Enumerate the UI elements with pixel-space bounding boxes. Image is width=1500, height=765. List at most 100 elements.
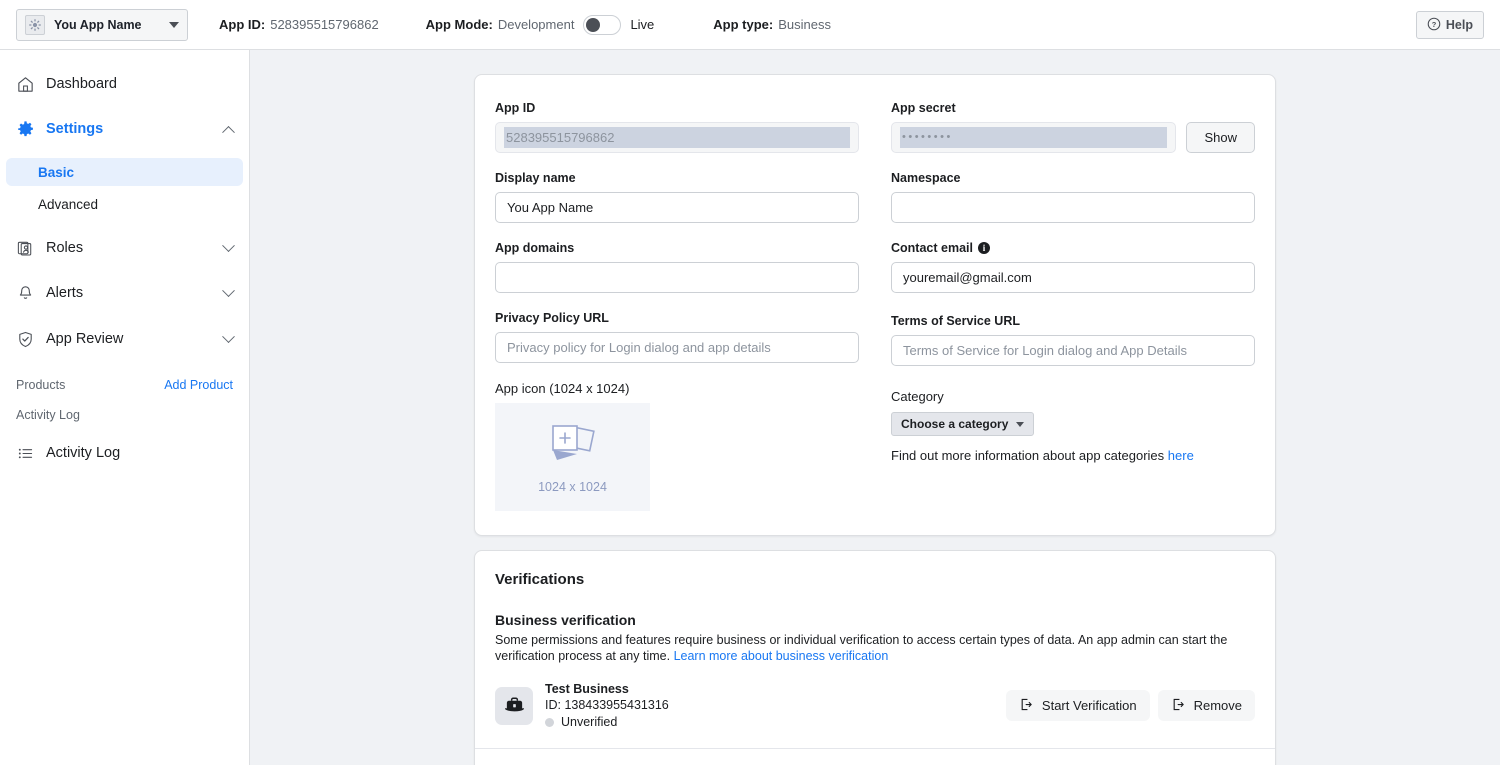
chevron-down-icon [169,22,179,28]
sidebar-item-app-review[interactable]: App Review [6,323,243,355]
chevron-up-icon [222,125,235,138]
display-name-input[interactable] [495,192,859,223]
sidebar-item-roles[interactable]: Roles [6,232,243,264]
category-selected-value: Choose a category [901,417,1008,431]
field-terms-of-service-url: Terms of Service URL [891,314,1255,366]
sidebar-subitem-basic-label: Basic [38,165,74,180]
contact-email-input[interactable] [891,262,1255,293]
field-app-domains: App domains [495,241,859,293]
field-contact-email-label: Contact email i [891,241,1255,255]
sidebar-item-alerts-label: Alerts [46,285,83,301]
field-contact-email: Contact email i [891,241,1255,293]
question-circle-icon: ? [1427,17,1441,34]
status-badge-label: Unverified [561,715,617,729]
info-icon[interactable]: i [978,242,990,254]
field-app-icon-label: App icon (1024 x 1024) [495,381,859,396]
header-app-mode-label: App Mode: [426,17,493,32]
top-bar: You App Name App ID: 528395515796862 App… [0,0,1500,50]
add-individual-verification-link[interactable]: + Individual Verification [475,749,1275,765]
sidebar-item-settings[interactable]: Settings [6,113,243,145]
field-category: Category Choose a category Find out more… [891,389,1255,463]
field-display-name-label: Display name [495,171,859,185]
app-mode-toggle[interactable] [583,15,621,35]
app-secret-readonly-input[interactable]: •••••••• [891,122,1176,153]
learn-more-business-verification-link[interactable]: Learn more about business verification [674,649,889,663]
namespace-input[interactable] [891,192,1255,223]
business-id: ID: 138433955431316 [545,698,669,712]
page-body: Dashboard Settings Basic Advanced [0,50,1500,765]
field-privacy-policy-url-label: Privacy Policy URL [495,311,859,325]
chevron-down-icon [222,330,235,343]
shield-check-icon [14,330,36,349]
activity-log-section-label: Activity Log [16,408,80,422]
field-privacy-policy-url: Privacy Policy URL [495,311,859,363]
category-note-text: Find out more information about app cate… [891,448,1168,463]
app-thumb-icon [25,15,45,35]
field-app-secret-label: App secret [891,101,1255,115]
field-namespace: Namespace [891,171,1255,223]
app-selector-label: You App Name [54,18,142,32]
privacy-policy-url-input[interactable] [495,332,859,363]
remove-business-button[interactable]: Remove [1158,690,1255,721]
list-icon [14,444,36,463]
category-note: Find out more information about app cate… [891,448,1255,463]
sidebar-subitem-advanced-label: Advanced [38,197,98,212]
business-name: Test Business [545,682,669,696]
products-label: Products [16,378,65,392]
chevron-down-icon [222,284,235,297]
svg-text:?: ? [1432,19,1437,28]
category-select-button[interactable]: Choose a category [891,412,1034,436]
field-app-id: App ID 528395515796862 [495,101,859,153]
header-app-type-label: App type: [713,17,773,32]
header-app-mode-value: Development [498,17,575,32]
header-live-label: Live [630,17,654,32]
help-button[interactable]: ? Help [1416,11,1484,39]
field-app-secret: App secret •••••••• Show [891,101,1255,153]
app-selector-dropdown[interactable]: You App Name [16,9,188,41]
toggle-knob [586,18,600,32]
app-id-readonly-input[interactable]: 528395515796862 [495,122,859,153]
business-verification-heading: Business verification [495,612,1255,628]
remove-business-button-label: Remove [1194,698,1242,713]
header-app-id-label: App ID: [219,17,265,32]
briefcase-icon [495,687,533,725]
basic-right-column: App secret •••••••• Show Namespace [891,101,1255,511]
sidebar-item-activity-log[interactable]: Activity Log [6,437,243,469]
field-app-id-label: App ID [495,101,859,115]
sidebar-item-roles-label: Roles [46,240,83,256]
field-namespace-label: Namespace [891,171,1255,185]
sidebar-item-activity-log-label: Activity Log [46,445,120,461]
sidebar-item-settings-label: Settings [46,121,103,137]
category-help-link[interactable]: here [1168,448,1194,463]
home-icon [14,75,36,94]
sidebar-subitem-advanced[interactable]: Advanced [6,190,243,218]
show-app-secret-button[interactable]: Show [1186,122,1255,153]
sidebar-item-dashboard[interactable]: Dashboard [6,68,243,100]
terms-of-service-url-input[interactable] [891,335,1255,366]
basic-left-column: App ID 528395515796862 Display name App … [495,101,859,511]
header-app-type: App type: Business [713,17,831,32]
chevron-down-icon [1016,422,1024,427]
header-app-mode: App Mode: Development Live [426,15,655,35]
status-dot-icon [545,718,554,727]
start-verification-button[interactable]: Start Verification [1006,690,1150,721]
roles-icon [14,239,36,258]
field-display-name: Display name [495,171,859,223]
app-id-value: 528395515796862 [504,127,850,148]
main-content: App ID 528395515796862 Display name App … [250,50,1500,765]
verifications-title: Verifications [495,571,1255,588]
sidebar-item-alerts[interactable]: Alerts [6,277,243,309]
header-app-id-value: 528395515796862 [270,17,378,32]
app-secret-value: •••••••• [900,127,1167,148]
add-product-link[interactable]: Add Product [164,378,233,392]
app-icon-upload-dropzone[interactable]: 1024 x 1024 [495,403,650,511]
field-terms-of-service-url-label: Terms of Service URL [891,314,1255,328]
app-domains-input[interactable] [495,262,859,293]
external-link-icon [1019,697,1034,715]
field-app-icon: App icon (1024 x 1024) [495,381,859,511]
verifications-card: Verifications Business verification Some… [474,550,1276,765]
sidebar-subitem-basic[interactable]: Basic [6,158,243,186]
field-app-domains-label: App domains [495,241,859,255]
header-app-type-value: Business [778,17,831,32]
sidebar: Dashboard Settings Basic Advanced [0,50,250,765]
